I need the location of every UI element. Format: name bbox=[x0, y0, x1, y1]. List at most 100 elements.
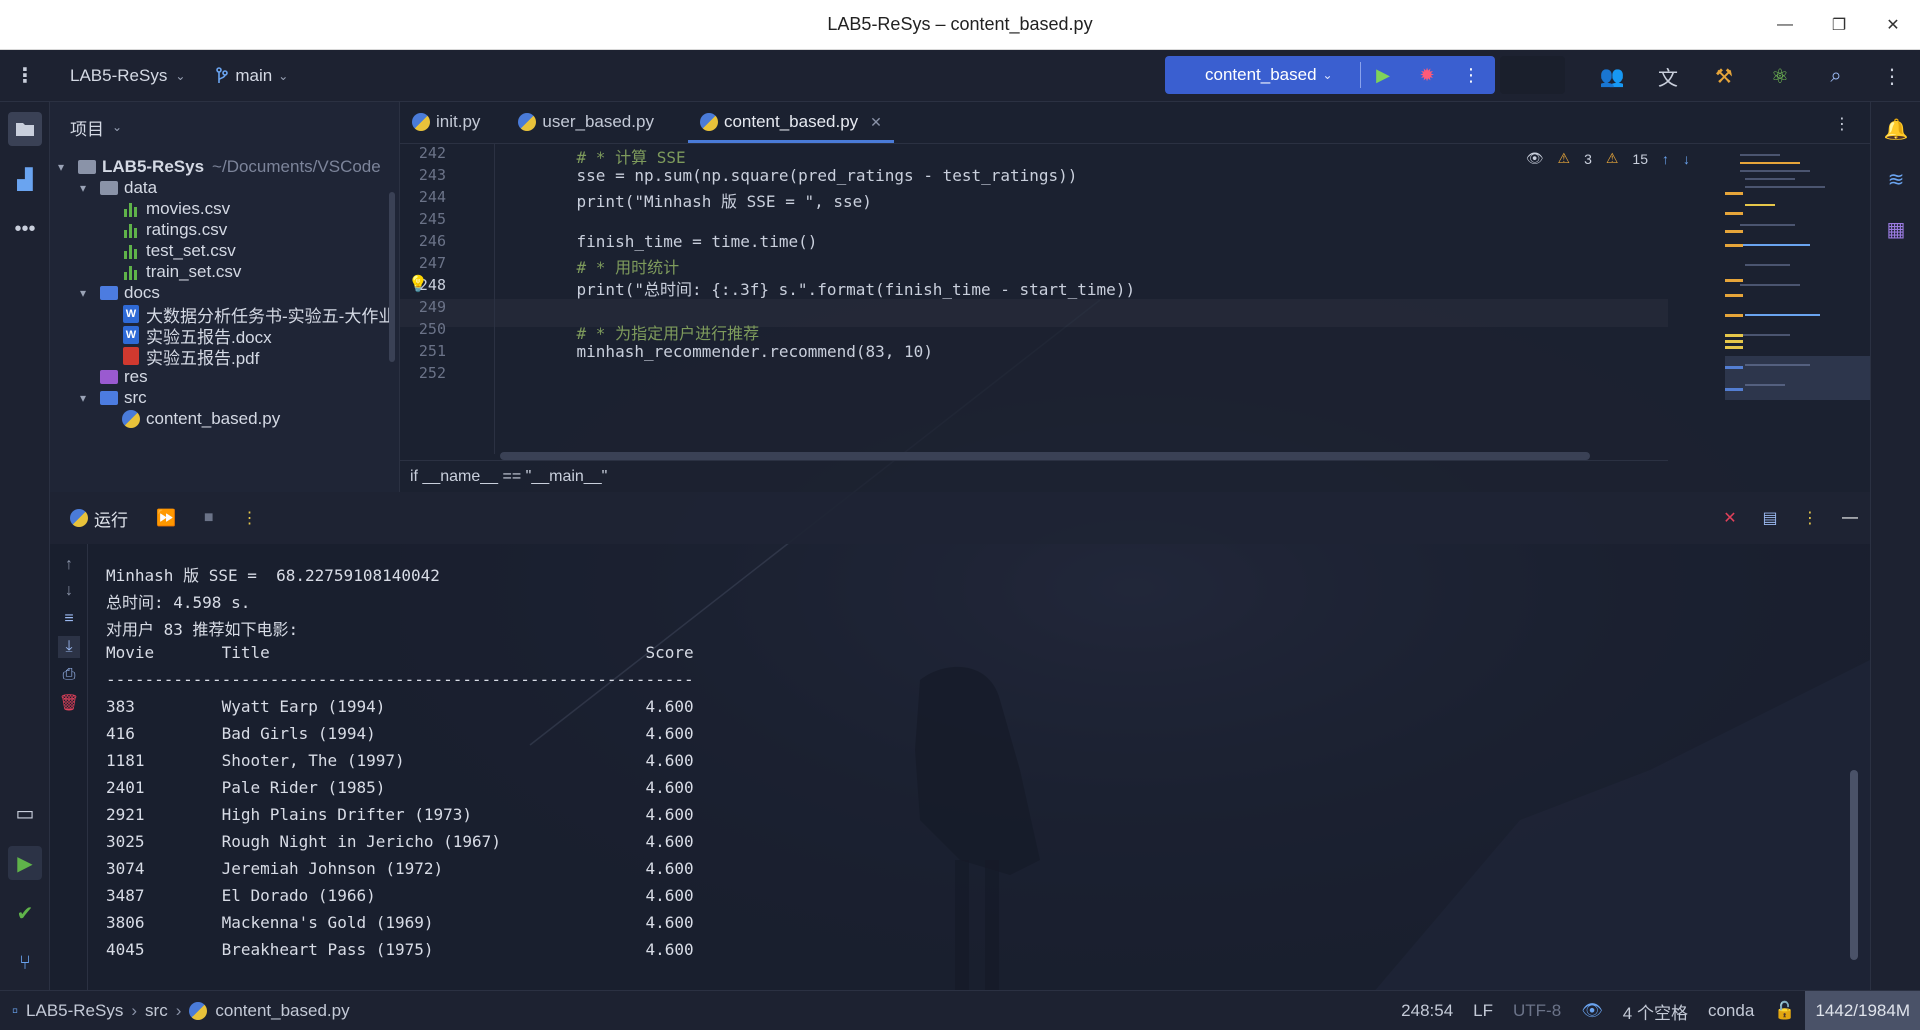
run-tool-icon[interactable]: ▶ bbox=[8, 846, 42, 880]
run-tab[interactable]: 运行 bbox=[70, 506, 128, 531]
csv-file-icon bbox=[123, 201, 139, 217]
console-line: 3025 Rough Night in Jericho (1967) 4.600 bbox=[106, 832, 694, 851]
breadcrumb-project[interactable]: LAB5-ReSys bbox=[26, 1001, 123, 1021]
code-line[interactable]: minhash_recommender.recommend(83, 10) bbox=[538, 342, 933, 361]
translate-icon[interactable]: 文 bbox=[1640, 50, 1696, 102]
print-icon[interactable]: ⎙ bbox=[58, 664, 80, 686]
arrow-down-icon[interactable]: ↓ bbox=[58, 580, 80, 602]
table-icon[interactable]: ▦ bbox=[1879, 212, 1913, 246]
tab-init[interactable]: init.py bbox=[400, 101, 492, 143]
code-line[interactable]: print("Minhash 版 SSE = ", sse) bbox=[538, 188, 872, 212]
project-name: LAB5-ReSys bbox=[70, 65, 168, 85]
minimap-viewport[interactable] bbox=[1725, 356, 1870, 400]
terminal-icon[interactable]: ▭ bbox=[8, 796, 42, 830]
console-scrollbar[interactable] bbox=[1850, 770, 1858, 960]
tools-icon[interactable]: ⚒ bbox=[1696, 50, 1752, 102]
tree-item-label: test_set.csv bbox=[146, 241, 236, 260]
run-panel-header: 运行 ⏩ ■ ⋮ ✕ ▤ ⋮ — bbox=[50, 492, 1870, 544]
minimize-button[interactable]: — bbox=[1758, 0, 1812, 50]
line-number: 251 bbox=[418, 342, 446, 360]
minimize-panel-icon[interactable]: — bbox=[1830, 509, 1870, 527]
line-number: 244 bbox=[418, 188, 446, 206]
scroll-to-end-icon[interactable]: ⤓ bbox=[58, 636, 80, 658]
run-config-selector[interactable]: content_based ⌄ bbox=[1165, 65, 1360, 85]
editor-tabs: init.py user_based.py content_based.py ✕… bbox=[400, 102, 1870, 144]
line-ending[interactable]: LF bbox=[1463, 1001, 1503, 1021]
file-encoding[interactable]: UTF-8 bbox=[1503, 1001, 1571, 1021]
console-output[interactable]: Minhash 版 SSE = 68.22759108140042 总时间: 4… bbox=[106, 562, 694, 967]
code-minimap[interactable] bbox=[1685, 144, 1870, 454]
project-panel-header[interactable]: 项目 ⌄ bbox=[50, 102, 399, 152]
tree-item-label: docs bbox=[124, 283, 160, 302]
database-icon[interactable]: ≋ bbox=[1879, 162, 1913, 196]
layout-icon[interactable]: ▤ bbox=[1750, 508, 1790, 528]
run-more-icon[interactable]: ⋮ bbox=[1449, 65, 1493, 86]
tab-content-based[interactable]: content_based.py ✕ bbox=[687, 101, 894, 143]
chevron-down-icon: ▾ bbox=[58, 160, 65, 174]
close-icon[interactable]: ✕ bbox=[1710, 508, 1750, 528]
more-tools-icon[interactable]: ••• bbox=[8, 212, 42, 246]
code-breadcrumb[interactable]: if __name__ == "__main__" bbox=[400, 460, 1668, 492]
breadcrumb-file[interactable]: content_based.py bbox=[215, 1001, 349, 1021]
branch-switcher[interactable]: main ⌄ bbox=[215, 66, 288, 86]
arrow-up-icon[interactable]: ↑ bbox=[1662, 151, 1669, 167]
code-line[interactable]: sse = np.sum(np.square(pred_ratings - te… bbox=[538, 166, 1078, 185]
project-panel-scrollbar[interactable] bbox=[389, 192, 395, 362]
pdf-file-icon bbox=[123, 347, 139, 365]
atom-icon[interactable]: ⚛ bbox=[1752, 50, 1808, 102]
search-icon[interactable]: ⌕ bbox=[1808, 50, 1864, 102]
more-options-icon[interactable]: ⋮ bbox=[242, 508, 258, 528]
memory-indicator[interactable]: 1442/1984M bbox=[1805, 991, 1920, 1030]
code-with-me-icon[interactable]: 👥 bbox=[1584, 50, 1640, 102]
console-line: 3074 Jeremiah Johnson (1972) 4.600 bbox=[106, 859, 694, 878]
more-icon[interactable]: ⋮ bbox=[1864, 50, 1920, 102]
folder-icon bbox=[100, 370, 118, 384]
csv-file-icon bbox=[123, 222, 139, 238]
close-tab-icon[interactable]: ✕ bbox=[870, 114, 882, 131]
run-button[interactable]: ▶ bbox=[1361, 65, 1405, 86]
indent-setting[interactable]: 4 个空格 bbox=[1613, 999, 1698, 1024]
caret-position[interactable]: 248:54 bbox=[1391, 1001, 1463, 1021]
tree-item-file[interactable]: content_based.py bbox=[120, 406, 280, 432]
word-file-icon: W bbox=[123, 305, 139, 323]
code-line[interactable]: finish_time = time.time() bbox=[538, 232, 818, 251]
breadcrumb-src[interactable]: src bbox=[145, 1001, 168, 1021]
console-line: 3487 El Dorado (1966) 4.600 bbox=[106, 886, 694, 905]
chevron-down-icon: ▾ bbox=[80, 391, 87, 405]
project-switcher[interactable]: LAB5-ReSys ⌄ bbox=[70, 66, 185, 86]
notifications-bell-icon[interactable]: 🔔 bbox=[1879, 112, 1913, 146]
close-window-button[interactable]: ✕ bbox=[1866, 0, 1920, 50]
structure-icon[interactable]: ▟ bbox=[8, 162, 42, 196]
chevron-down-icon: ⌄ bbox=[175, 68, 186, 83]
inspection-widget[interactable]: 👁 ⚠ 3 ⚠ 15 ↑ ↓ bbox=[1526, 150, 1690, 167]
code-line[interactable]: # * 计算 SSE bbox=[538, 144, 686, 168]
console-line: Movie Title Score bbox=[106, 643, 694, 662]
code-line[interactable]: # * 用时统计 bbox=[538, 254, 680, 278]
eye-icon[interactable]: 👁 bbox=[1571, 1001, 1613, 1021]
project-folder-icon[interactable] bbox=[8, 112, 42, 146]
python-interpreter[interactable]: conda bbox=[1698, 1001, 1764, 1021]
restore-button[interactable]: ❐ bbox=[1812, 0, 1866, 50]
lightbulb-icon[interactable]: 💡 bbox=[408, 274, 428, 294]
tree-item-label: 实验五报告.pdf bbox=[146, 348, 260, 368]
debug-button[interactable]: ✹ bbox=[1405, 65, 1449, 86]
rerun-icon[interactable]: ⏩ bbox=[156, 508, 176, 528]
hide-eye-icon[interactable]: 👁 bbox=[1526, 150, 1544, 167]
clear-trash-icon[interactable]: 🗑 bbox=[58, 692, 80, 714]
tabs-more-icon[interactable]: ⋮ bbox=[1834, 114, 1850, 134]
main-menu-icon[interactable]: ⋮ bbox=[0, 63, 50, 88]
code-line[interactable]: # * 为指定用户进行推荐 bbox=[538, 320, 760, 344]
problems-check-icon[interactable]: ✔ bbox=[8, 896, 42, 930]
more-icon[interactable]: ⋮ bbox=[1790, 508, 1830, 528]
code-line-current[interactable]: print("总时间: {:.3f} s.".format(finish_tim… bbox=[538, 276, 1136, 300]
python-file-icon bbox=[189, 1001, 208, 1020]
stop-icon[interactable]: ■ bbox=[204, 509, 214, 527]
editor-horizontal-scrollbar[interactable] bbox=[500, 452, 1590, 460]
unlock-icon[interactable]: 🔓 bbox=[1764, 1001, 1805, 1021]
console-line: ----------------------------------------… bbox=[106, 670, 694, 689]
tab-user-based[interactable]: user_based.py bbox=[506, 101, 666, 143]
git-icon[interactable]: ⑂ bbox=[8, 946, 42, 980]
soft-wrap-icon[interactable]: ≡ bbox=[58, 608, 80, 630]
arrow-up-icon[interactable]: ↑ bbox=[58, 554, 80, 576]
python-file-icon bbox=[699, 113, 718, 131]
